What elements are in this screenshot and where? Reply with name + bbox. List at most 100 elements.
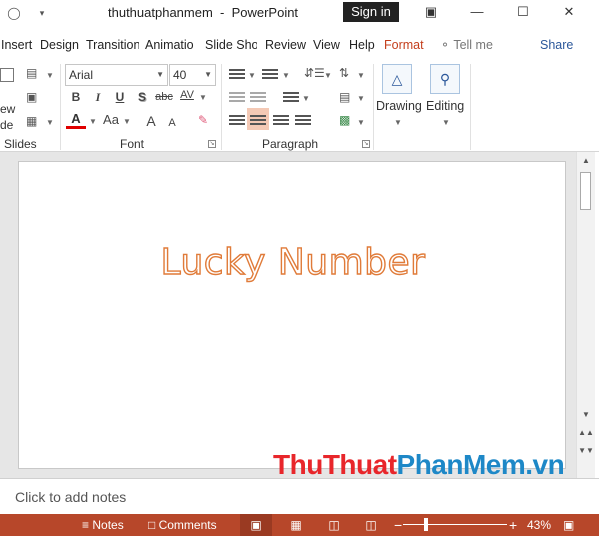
numbering-icon[interactable]: [262, 69, 278, 81]
chevron-down-icon: ▼: [46, 118, 54, 127]
tab-review[interactable]: Review: [265, 33, 307, 57]
underline-button[interactable]: U: [110, 86, 130, 108]
slide-canvas[interactable]: Lucky Number: [18, 161, 566, 469]
zoom-slider[interactable]: [403, 524, 507, 525]
tab-slide-show[interactable]: Slide Sho: [205, 33, 257, 57]
tab-view[interactable]: View: [313, 33, 343, 57]
normal-view-button[interactable]: ▣: [240, 514, 272, 536]
comments-toggle-button[interactable]: □ Comments: [148, 514, 217, 536]
ribbon-display-options-button[interactable]: ▣: [408, 0, 454, 26]
convert-to-smartart-icon[interactable]: ▩: [339, 113, 350, 127]
scroll-down-icon[interactable]: ▼: [577, 408, 595, 422]
close-button[interactable]: ✕: [546, 0, 592, 26]
strikethrough-button[interactable]: abc: [153, 86, 175, 108]
italic-button[interactable]: I: [88, 86, 108, 108]
tab-format[interactable]: Format: [384, 33, 428, 57]
chevron-down-icon: ▼: [89, 117, 97, 126]
shadow-button[interactable]: S: [132, 86, 152, 108]
slide-show-button[interactable]: ◫: [355, 514, 387, 536]
reset-icon[interactable]: ▤: [26, 66, 37, 80]
justify-icon[interactable]: [295, 115, 311, 127]
change-case-button[interactable]: Aa: [100, 109, 122, 131]
decrease-indent-icon[interactable]: [229, 92, 245, 104]
notes-icon: ≡: [82, 518, 90, 532]
chevron-down-icon: ▼: [324, 71, 332, 80]
notes-toggle-button[interactable]: ≡ Notes: [82, 514, 124, 536]
scrollbar-thumb[interactable]: [580, 172, 591, 210]
text-direction-icon[interactable]: ⇅: [339, 66, 349, 80]
align-right-icon[interactable]: [273, 115, 289, 127]
chevron-down-icon: ▼: [357, 71, 365, 80]
columns-icon[interactable]: [283, 92, 299, 104]
layout-icon[interactable]: [0, 68, 14, 82]
notes-placeholder[interactable]: Click to add notes: [15, 489, 126, 505]
chevron-down-icon: ▼: [204, 70, 212, 79]
tab-animations[interactable]: Animatio: [145, 33, 199, 57]
chevron-down-icon: ▼: [357, 118, 365, 127]
reading-view-button[interactable]: ◫: [318, 514, 350, 536]
chevron-down-icon: ▼: [394, 118, 402, 127]
font-name-combo[interactable]: Arial ▼: [65, 64, 168, 86]
drawing-label[interactable]: Drawing: [376, 99, 422, 113]
new-slide-label-1[interactable]: ew: [0, 102, 15, 116]
increase-indent-icon[interactable]: [250, 92, 266, 104]
chevron-down-icon: ▼: [248, 71, 256, 80]
zoom-out-icon[interactable]: −: [394, 514, 402, 536]
previous-slide-icon[interactable]: ▲▲: [577, 426, 595, 440]
tab-insert[interactable]: Insert: [1, 33, 33, 57]
bold-button[interactable]: B: [66, 86, 86, 108]
tab-transitions[interactable]: Transition: [86, 33, 139, 57]
increase-font-size-button[interactable]: A: [142, 110, 160, 132]
minimize-button[interactable]: —: [454, 0, 500, 26]
scroll-up-icon[interactable]: ▲: [577, 154, 595, 168]
sign-in-button[interactable]: Sign in: [343, 2, 399, 22]
window-title: thuthuatphanmem - PowerPoint: [108, 5, 299, 20]
watermark-part-4: .vn: [525, 449, 565, 480]
chevron-down-icon: ▼: [46, 71, 54, 80]
zoom-in-icon[interactable]: +: [509, 514, 517, 536]
share-button[interactable]: Share: [540, 33, 573, 57]
fit-to-window-icon[interactable]: ▣: [563, 514, 574, 536]
maximize-button[interactable]: ☐: [500, 0, 546, 26]
normal-view-icon: ▣: [250, 518, 262, 532]
clear-formatting-icon[interactable]: ✎: [198, 113, 208, 127]
font-size-combo[interactable]: 40 ▼: [169, 64, 216, 86]
align-left-icon[interactable]: [229, 115, 245, 127]
tab-design[interactable]: Design: [40, 33, 80, 57]
watermark-part-1: Thu: [273, 449, 323, 480]
new-slide-label-2[interactable]: de: [0, 118, 13, 132]
section-icon[interactable]: ▦: [26, 114, 37, 128]
character-spacing-button[interactable]: AV: [176, 84, 198, 106]
align-center-button[interactable]: [247, 108, 269, 130]
ribbon-tabs: Insert Design Transition Animatio Slide …: [0, 33, 599, 57]
tab-help[interactable]: Help: [349, 33, 377, 57]
search-icon[interactable]: ⚲: [430, 64, 460, 94]
decrease-font-size-button[interactable]: A: [164, 112, 180, 134]
next-slide-icon[interactable]: ▼▼: [577, 444, 595, 458]
font-dialog-launcher-icon[interactable]: ↘: [208, 140, 216, 148]
editing-label[interactable]: Editing: [426, 99, 464, 113]
notes-pane[interactable]: Click to add notes: [0, 478, 599, 514]
font-color-button[interactable]: A: [66, 110, 86, 129]
qat-customize-icon[interactable]: ▾: [32, 3, 52, 23]
slide-sorter-button[interactable]: ▦: [280, 514, 312, 536]
tell-me-search[interactable]: ⚬ Tell me: [440, 33, 493, 57]
shapes-icon[interactable]: △: [382, 64, 412, 94]
paragraph-group-label: Paragraph: [262, 137, 319, 151]
slides-group-label: Slides: [4, 137, 37, 151]
slide-title-text[interactable]: Lucky Number: [19, 241, 567, 283]
line-spacing-icon[interactable]: ⇵☰: [304, 66, 325, 80]
ribbon: ▤ ▼ ▣ ▦ ▼ ew de Slides Arial ▼ 40 ▼ B I …: [0, 60, 599, 152]
zoom-level[interactable]: 43%: [527, 514, 551, 536]
paragraph-dialog-launcher-icon[interactable]: ↘: [362, 140, 370, 148]
chevron-down-icon: ▼: [156, 70, 164, 79]
align-text-icon[interactable]: ▤: [339, 90, 350, 104]
vertical-scrollbar[interactable]: ▲ ▼ ▲▲ ▼▼: [576, 152, 595, 478]
lightbulb-icon: ⚬: [440, 38, 451, 52]
chevron-down-icon: ▼: [357, 94, 365, 103]
zoom-slider-thumb[interactable]: [424, 518, 428, 531]
bullets-icon[interactable]: [229, 69, 245, 81]
presenter-icon[interactable]: ◯: [4, 3, 24, 23]
reuse-slides-icon[interactable]: ▣: [26, 90, 37, 104]
slide-sorter-icon: ▦: [290, 518, 302, 532]
